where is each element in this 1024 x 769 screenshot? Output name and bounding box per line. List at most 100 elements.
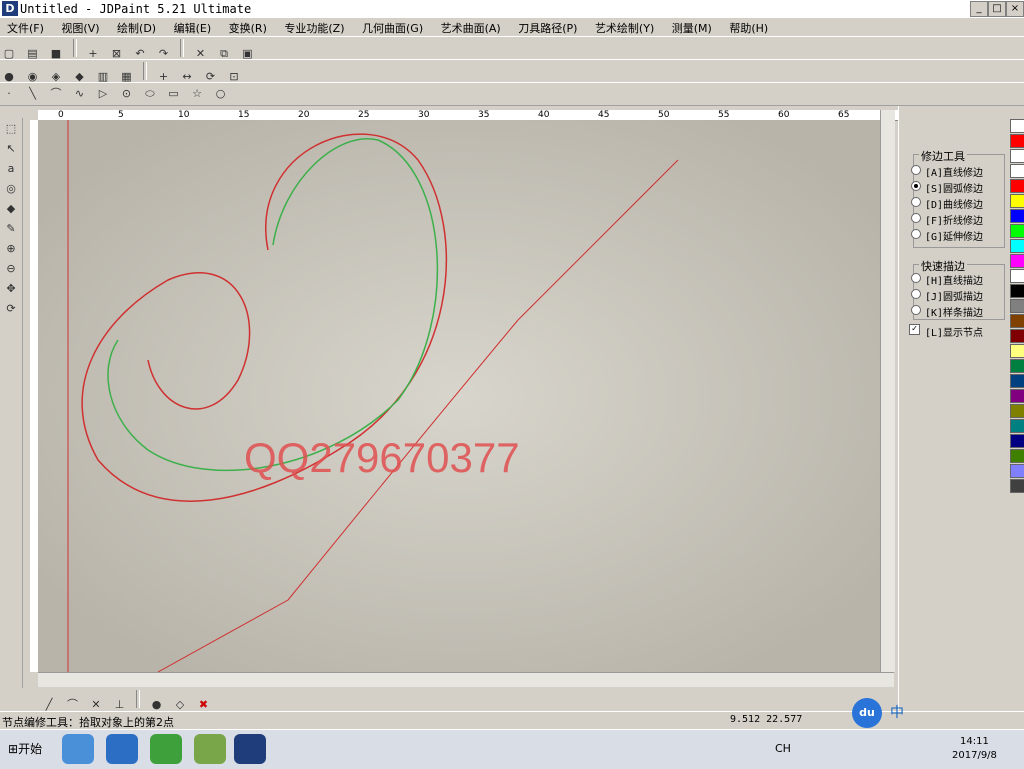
menu-measure[interactable]: 测量(M) [665, 18, 719, 38]
shape-icon[interactable]: ◎ [2, 180, 20, 198]
node-edit-icon[interactable]: ↖ [2, 140, 20, 158]
relief-image [38, 120, 880, 672]
color-swatch[interactable] [1010, 269, 1024, 283]
separator [72, 39, 77, 57]
option-extend-trim[interactable]: [G]延伸修边 [911, 228, 984, 243]
color-swatch[interactable] [1010, 449, 1024, 463]
ring-icon[interactable]: ○ [212, 85, 230, 103]
title-bar: D Untitled - JDPaint 5.21 Ultimate _ □ × [0, 0, 1024, 19]
maximize-button[interactable]: □ [988, 1, 1006, 17]
drawing-canvas[interactable]: QQ279670377 [38, 120, 880, 672]
color-swatch[interactable] [1010, 239, 1024, 253]
minimize-button[interactable]: _ [970, 1, 988, 17]
color-swatch[interactable] [1010, 314, 1024, 328]
browser-icon[interactable] [106, 734, 138, 764]
show-nodes-checkbox[interactable]: ✓ [L]显示节点 [909, 324, 984, 339]
color-swatch[interactable] [1010, 209, 1024, 223]
point-icon[interactable]: · [0, 85, 18, 103]
browser2-icon[interactable] [150, 734, 182, 764]
app-logo: D [2, 1, 18, 16]
radio-icon [911, 229, 921, 239]
radio-icon [911, 289, 921, 299]
ruler-label: 0 [58, 110, 64, 120]
color-swatch[interactable] [1010, 389, 1024, 403]
option-polyline-trim[interactable]: [F]折线修边 [911, 212, 983, 227]
color-swatch[interactable] [1010, 224, 1024, 238]
triangle-icon[interactable]: ▷ [94, 85, 112, 103]
zoom-out-icon[interactable]: ⊖ [2, 260, 20, 278]
wave-icon[interactable]: ∿ [71, 85, 89, 103]
separator [143, 62, 147, 80]
paint-icon[interactable]: ◆ [2, 200, 20, 218]
toolbar-draw: · ╲ ⌒ ∿ ▷ ⊙ ⬭ ▭ ☆ ○ [0, 82, 1024, 106]
radio-icon [911, 273, 921, 283]
star-icon[interactable]: ☆ [188, 85, 206, 103]
color-swatch[interactable] [1010, 134, 1024, 148]
select-icon[interactable]: ⬚ [2, 120, 20, 138]
color-swatch[interactable] [1010, 284, 1024, 298]
color-swatch[interactable] [1010, 374, 1024, 388]
option-spline-stroke[interactable]: [K]样条描边 [911, 304, 983, 319]
color-swatch[interactable] [1010, 299, 1024, 313]
language-indicator[interactable]: CH [775, 742, 791, 755]
zoom-in-icon[interactable]: ⊕ [2, 240, 20, 258]
baidu-ime-icon[interactable]: du [852, 698, 882, 728]
option-label: [L]显示节点 [925, 328, 984, 339]
menu-edit[interactable]: 编辑(E) [167, 18, 219, 38]
option-label: [G]延伸修边 [925, 232, 984, 243]
option-line-trim[interactable]: [A]直线修边 [911, 164, 983, 179]
option-line-stroke[interactable]: [H]直线描边 [911, 272, 983, 287]
menu-art-surface[interactable]: 艺术曲面(A) [434, 18, 508, 38]
rect-icon[interactable]: ▭ [165, 85, 183, 103]
ellipse-icon[interactable]: ⬭ [141, 85, 159, 103]
color-swatch[interactable] [1010, 479, 1024, 493]
menu-toolpath[interactable]: 刀具路径(P) [511, 18, 584, 38]
color-swatch[interactable] [1010, 119, 1024, 133]
menu-help[interactable]: 帮助(H) [722, 18, 775, 38]
color-swatch[interactable] [1010, 194, 1024, 208]
color-swatch[interactable] [1010, 254, 1024, 268]
color-swatch[interactable] [1010, 434, 1024, 448]
pan-icon[interactable]: ✥ [2, 280, 20, 298]
start-button[interactable]: ⊞开始 [2, 736, 48, 761]
color-swatch[interactable] [1010, 344, 1024, 358]
color-swatch[interactable] [1010, 149, 1024, 163]
color-swatch[interactable] [1010, 329, 1024, 343]
ie-icon[interactable] [62, 734, 94, 764]
ruler-label: 40 [538, 110, 550, 120]
circle-icon[interactable]: ⊙ [118, 85, 136, 103]
pen-icon[interactable]: ✎ [2, 220, 20, 238]
coordinates-readout: 9.512 22.577 [730, 714, 803, 725]
arc-icon[interactable]: ⌒ [47, 85, 65, 103]
color-swatch[interactable] [1010, 404, 1024, 418]
option-label: [S]圆弧修边 [925, 184, 984, 195]
line-icon[interactable]: ╲ [24, 85, 42, 103]
menu-geometry[interactable]: 几何曲面(G) [355, 18, 430, 38]
radio-icon [911, 305, 921, 315]
menu-transform[interactable]: 变换(R) [222, 18, 274, 38]
menu-pro[interactable]: 专业功能(Z) [277, 18, 351, 38]
color-swatch[interactable] [1010, 359, 1024, 373]
close-button[interactable]: × [1006, 1, 1024, 17]
menu-art-draw[interactable]: 艺术绘制(Y) [588, 18, 661, 38]
app-icon[interactable] [194, 734, 226, 764]
color-swatch[interactable] [1010, 179, 1024, 193]
radio-icon [911, 165, 921, 175]
color-swatch[interactable] [1010, 164, 1024, 178]
color-swatch[interactable] [1010, 419, 1024, 433]
horizontal-scrollbar[interactable] [38, 672, 894, 687]
jdpaint-taskbar-icon[interactable] [234, 734, 266, 764]
menu-draw[interactable]: 绘制(D) [110, 18, 163, 38]
menu-view[interactable]: 视图(V) [54, 18, 106, 38]
vertical-scrollbar[interactable] [880, 110, 895, 672]
windows-icon: ⊞ [8, 742, 19, 756]
ime-indicator[interactable]: 中 [890, 702, 904, 722]
menu-file[interactable]: 文件(F) [0, 18, 51, 38]
status-text: 节点编修工具：拾取对象上的第2点 [2, 716, 174, 729]
text-icon[interactable]: a [2, 160, 20, 178]
refresh-icon[interactable]: ⟳ [2, 300, 20, 318]
option-arc-trim[interactable]: [S]圆弧修边 [911, 180, 984, 195]
color-swatch[interactable] [1010, 464, 1024, 478]
option-curve-trim[interactable]: [D]曲线修边 [911, 196, 983, 211]
option-arc-stroke[interactable]: [J]圆弧描边 [911, 288, 983, 303]
